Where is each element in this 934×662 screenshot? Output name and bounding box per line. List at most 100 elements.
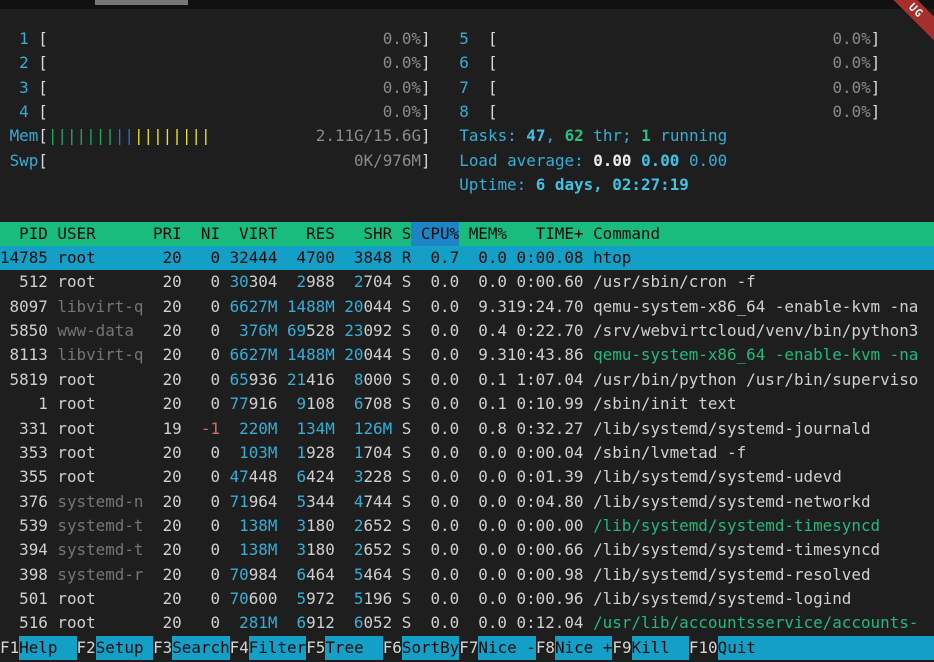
cell-cpu: 0.0 xyxy=(411,441,459,465)
meter-open-bracket: [ xyxy=(488,53,498,72)
meter-close-bracket: ] xyxy=(871,29,881,48)
load-1min: 0.00 xyxy=(593,151,631,170)
column-header-mem[interactable]: MEM% xyxy=(459,222,507,246)
cell-res: 3180 xyxy=(277,538,334,562)
fnkey-F6[interactable]: F6 xyxy=(383,636,402,660)
cell-ni: 0 xyxy=(182,319,220,343)
column-header-cmd[interactable]: Command xyxy=(584,222,934,246)
cpu-value: 0.0 xyxy=(430,272,459,291)
column-header-shr[interactable]: SHR xyxy=(335,222,392,246)
column-header-virt[interactable]: VIRT xyxy=(220,222,277,246)
fnkey-F1[interactable]: F1 xyxy=(0,636,19,660)
virt-high-part: 32 xyxy=(230,248,249,267)
column-header-time[interactable]: TIME+ xyxy=(507,222,584,246)
cell-res: 9108 xyxy=(277,392,334,416)
virt-high-part: 138M xyxy=(239,540,277,559)
cpu-meter-value: 0.0% xyxy=(383,78,421,97)
text-segment xyxy=(48,102,383,121)
mem-meter-row: Mem[||||||||||||||||| 2.11G/15.6G] Tasks… xyxy=(0,124,934,148)
mem-value: 0.0 xyxy=(478,589,507,608)
process-row-pid-5850[interactable]: 5850www-data200376M6952823092S0.00.40:22… xyxy=(0,319,934,343)
column-header-pri[interactable]: PRI xyxy=(143,222,181,246)
fnkey-F7[interactable]: F7 xyxy=(459,636,478,660)
cmd-value: /lib/systemd/systemd-timesyncd xyxy=(593,516,880,535)
fnkey-F10[interactable]: F10 xyxy=(689,636,718,660)
fnlabel-SortBy[interactable]: SortBy xyxy=(402,636,459,660)
process-row-pid-355[interactable]: 355root2004744864243228S0.00.00:01.39/li… xyxy=(0,465,934,489)
fnlabel-Nice-+[interactable]: Nice + xyxy=(555,636,612,660)
fnkey-F3[interactable]: F3 xyxy=(153,636,172,660)
cell-cpu: 0.0 xyxy=(411,587,459,611)
pri-value: 20 xyxy=(163,443,182,462)
fnlabel-Search[interactable]: Search xyxy=(172,636,229,660)
process-row-pid-539[interactable]: 539systemd-t200138M31802652S0.00.00:00.0… xyxy=(0,514,934,538)
column-header-res[interactable]: RES xyxy=(277,222,334,246)
process-row-pid-1[interactable]: 1root2007791691086708S0.00.10:10.99/sbin… xyxy=(0,392,934,416)
time-value: 0:00.60 xyxy=(517,272,584,291)
column-header-pid[interactable]: PID xyxy=(0,222,48,246)
process-row-pid-353[interactable]: 353root200103M19281704S0.00.00:00.04/sbi… xyxy=(0,441,934,465)
process-row-pid-14785[interactable]: 14785root2003244447003848R0.70.00:00.08h… xyxy=(0,246,934,270)
fnlabel-Kill[interactable]: Kill xyxy=(632,636,689,660)
time-value: 10:43.86 xyxy=(507,345,584,364)
res-high-part: 21 xyxy=(287,370,306,389)
process-row-pid-5819[interactable]: 5819root20065936214168000S0.00.11:07.04/… xyxy=(0,368,934,392)
cell-pri: 20 xyxy=(143,295,181,319)
s-value: S xyxy=(402,297,412,316)
cell-mem: 0.0 xyxy=(459,611,507,635)
cell-virt: 6627M xyxy=(220,295,277,319)
process-row-pid-398[interactable]: 398systemd-r2007098464645464S0.00.00:00.… xyxy=(0,563,934,587)
process-row-pid-8113[interactable]: 8113libvirt-q2006627M1488M20044S0.09.310… xyxy=(0,343,934,367)
mem-bar-blue: || xyxy=(115,126,134,145)
cell-ni: 0 xyxy=(182,343,220,367)
fnlabel-Tree[interactable]: Tree xyxy=(325,636,382,660)
fnlabel-Filter[interactable]: Filter xyxy=(249,636,306,660)
process-row-pid-331[interactable]: 331root19-1220M134M126MS0.00.80:32.27/li… xyxy=(0,417,934,441)
cell-s: S xyxy=(392,514,411,538)
scrollbar-thumb[interactable] xyxy=(95,0,188,5)
cell-s: S xyxy=(392,587,411,611)
cell-shr: 6052 xyxy=(335,611,392,635)
fnlabel-Help[interactable]: Help xyxy=(19,636,76,660)
process-row-pid-8097[interactable]: 8097libvirt-q2006627M1488M20044S0.09.319… xyxy=(0,295,934,319)
cell-shr: 5196 xyxy=(335,587,392,611)
text-segment xyxy=(498,78,833,97)
cell-user: systemd-t xyxy=(48,538,144,562)
cell-time: 19:24.70 xyxy=(507,295,584,319)
cell-time: 0:04.80 xyxy=(507,490,584,514)
fnkey-F4[interactable]: F4 xyxy=(230,636,249,660)
process-row-pid-376[interactable]: 376systemd-n2007196453444744S0.00.00:04.… xyxy=(0,490,934,514)
res-high-part: 134M xyxy=(297,419,335,438)
column-header-user[interactable]: USER xyxy=(48,222,144,246)
fnkey-F8[interactable]: F8 xyxy=(536,636,555,660)
text-segment xyxy=(632,151,642,170)
s-value: S xyxy=(402,589,412,608)
column-header-s[interactable]: S xyxy=(392,222,411,246)
user-value: root xyxy=(57,272,95,291)
fnkey-F5[interactable]: F5 xyxy=(306,636,325,660)
process-row-pid-516[interactable]: 516root200281M69126052S0.00.00:12.04/usr… xyxy=(0,611,934,635)
column-header-cpu[interactable]: CPU% xyxy=(411,222,459,246)
res-high-part: 4 xyxy=(297,248,307,267)
column-header-ni[interactable]: NI xyxy=(182,222,220,246)
window-top-strip xyxy=(0,0,934,9)
cell-cpu: 0.0 xyxy=(411,295,459,319)
fnkey-F9[interactable]: F9 xyxy=(612,636,631,660)
meter-close-bracket: ] xyxy=(421,126,431,145)
process-row-pid-501[interactable]: 501root2007060059725196S0.00.00:00.96/li… xyxy=(0,587,934,611)
cell-user: libvirt-q xyxy=(48,343,144,367)
cell-cmd: /usr/bin/python /usr/bin/superviso xyxy=(584,368,934,392)
fnlabel-Quit[interactable]: Quit xyxy=(718,636,934,660)
time-value: 0:00.04 xyxy=(517,443,584,462)
process-row-pid-512[interactable]: 512root2003030429882704S0.00.00:00.60/us… xyxy=(0,270,934,294)
text-segment xyxy=(0,126,10,145)
fnlabel-Nice--[interactable]: Nice - xyxy=(478,636,535,660)
cell-ni: 0 xyxy=(182,611,220,635)
cpu-value: 0.0 xyxy=(430,492,459,511)
fnkey-F2[interactable]: F2 xyxy=(77,636,96,660)
process-row-pid-394[interactable]: 394systemd-t200138M31802652S0.00.00:00.6… xyxy=(0,538,934,562)
cell-cpu: 0.0 xyxy=(411,490,459,514)
fnlabel-Setup[interactable]: Setup xyxy=(96,636,153,660)
cmd-value: /lib/systemd/systemd-logind xyxy=(593,589,851,608)
process-table-header: PIDUSERPRINIVIRTRESSHRSCPU%MEM%TIME+Comm… xyxy=(0,222,934,246)
